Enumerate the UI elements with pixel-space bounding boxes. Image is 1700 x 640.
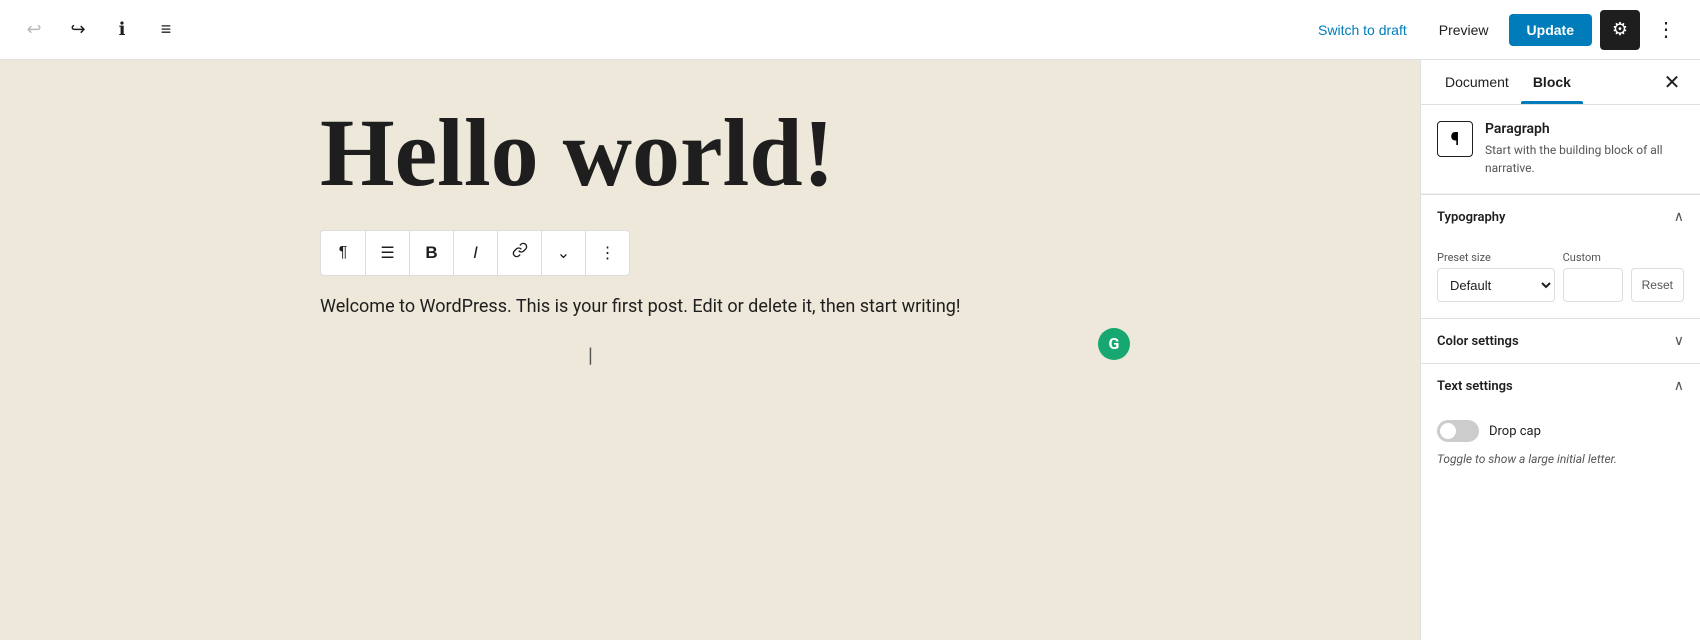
more-icon: ⋮ — [1656, 17, 1676, 42]
panel-tabs: Document Block ✕ — [1421, 60, 1700, 105]
list-view-button[interactable]: ≡ — [148, 12, 184, 48]
block-info: ¶ Paragraph Start with the building bloc… — [1421, 105, 1700, 194]
typography-title: Typography — [1437, 210, 1506, 225]
italic-button[interactable]: I — [453, 231, 497, 275]
block-description: Start with the building block of all nar… — [1485, 141, 1684, 177]
tab-block[interactable]: Block — [1521, 60, 1583, 104]
custom-label: Custom — [1563, 251, 1623, 264]
settings-button[interactable]: ⚙ — [1600, 10, 1640, 50]
drop-cap-toggle[interactable] — [1437, 420, 1479, 442]
toolbar-right: Switch to draft Preview Update ⚙ ⋮ — [1306, 10, 1684, 50]
bold-button[interactable]: B — [409, 231, 453, 275]
typography-section-content: Preset size DefaultSmallMediumLargeX-Lar… — [1421, 239, 1700, 318]
redo-button[interactable]: ↪ — [60, 12, 96, 48]
redo-icon: ↪ — [70, 19, 85, 40]
switch-to-draft-button[interactable]: Switch to draft — [1306, 16, 1419, 44]
text-settings-chevron: ∧ — [1674, 378, 1684, 394]
preset-custom-row: Preset size DefaultSmallMediumLargeX-Lar… — [1437, 251, 1684, 302]
italic-icon: I — [473, 243, 478, 263]
post-body[interactable]: Welcome to WordPress. This is your first… — [320, 292, 1100, 359]
align-icon: ☰ — [380, 243, 394, 263]
color-settings-title: Color settings — [1437, 334, 1519, 349]
update-button[interactable]: Update — [1509, 14, 1592, 46]
panel-close-button[interactable]: ✕ — [1656, 66, 1688, 98]
reset-button[interactable]: Reset — [1631, 268, 1684, 302]
color-settings-chevron: ∨ — [1674, 333, 1684, 349]
align-button[interactable]: ☰ — [365, 231, 409, 275]
drop-cap-label: Drop cap — [1489, 424, 1541, 439]
close-icon: ✕ — [1664, 70, 1681, 95]
cursor-line — [320, 338, 1100, 358]
preset-label: Preset size — [1437, 251, 1555, 264]
drop-cap-hint: Toggle to show a large initial letter. — [1437, 450, 1684, 468]
chevron-down-icon: ⌄ — [557, 243, 570, 263]
preset-select[interactable]: DefaultSmallMediumLargeX-Large — [1437, 268, 1555, 302]
list-icon: ≡ — [161, 19, 172, 40]
link-button[interactable] — [497, 231, 541, 275]
preset-group: Preset size DefaultSmallMediumLargeX-Lar… — [1437, 251, 1555, 302]
typography-section-header[interactable]: Typography ∧ — [1421, 194, 1700, 239]
info-icon: ℹ — [119, 19, 126, 40]
paragraph-type-button[interactable]: ¶ — [321, 231, 365, 275]
main-layout: Hello world! ¶ ☰ B I — [0, 60, 1700, 640]
custom-size-input[interactable] — [1563, 268, 1623, 302]
preview-button[interactable]: Preview — [1427, 16, 1501, 44]
undo-icon: ↩ — [26, 19, 41, 40]
drop-cap-row: Drop cap — [1437, 420, 1684, 442]
editor-area[interactable]: Hello world! ¶ ☰ B I — [0, 60, 1420, 640]
toolbar-left: ↩ ↪ ℹ ≡ — [16, 12, 184, 48]
block-toolbar: ¶ ☰ B I ⌄ — [320, 230, 630, 276]
text-settings-section-header[interactable]: Text settings ∧ — [1421, 363, 1700, 408]
more-options-button[interactable]: ⋮ — [1648, 12, 1684, 48]
block-more-options-button[interactable]: ⋮ — [585, 231, 629, 275]
top-bar: ↩ ↪ ℹ ≡ Switch to draft Preview Update ⚙… — [0, 0, 1700, 60]
block-name: Paragraph — [1485, 121, 1684, 137]
typography-chevron: ∧ — [1674, 209, 1684, 225]
block-info-text: Paragraph Start with the building block … — [1485, 121, 1684, 177]
bold-icon: B — [425, 243, 437, 263]
text-settings-content: Drop cap Toggle to show a large initial … — [1421, 408, 1700, 484]
color-settings-section-header[interactable]: Color settings ∨ — [1421, 318, 1700, 363]
settings-icon: ⚙ — [1612, 19, 1628, 40]
paragraph-icon: ¶ — [339, 244, 348, 262]
more-rich-text-button[interactable]: ⌄ — [541, 231, 585, 275]
paragraph-block-icon: ¶ — [1451, 129, 1460, 150]
grammarly-icon[interactable]: G — [1098, 328, 1130, 360]
custom-group: Custom — [1563, 251, 1623, 302]
right-panel: Document Block ✕ ¶ Paragraph Start with … — [1420, 60, 1700, 640]
undo-button[interactable]: ↩ — [16, 12, 52, 48]
block-type-icon: ¶ — [1437, 121, 1473, 157]
post-title[interactable]: Hello world! — [320, 100, 1100, 206]
editor-content: Hello world! ¶ ☰ B I — [320, 100, 1100, 600]
text-settings-title: Text settings — [1437, 379, 1513, 394]
overflow-icon: ⋮ — [600, 243, 616, 263]
link-icon — [512, 242, 528, 263]
tab-document[interactable]: Document — [1433, 60, 1521, 104]
post-body-text: Welcome to WordPress. This is your first… — [320, 296, 961, 317]
info-button[interactable]: ℹ — [104, 12, 140, 48]
